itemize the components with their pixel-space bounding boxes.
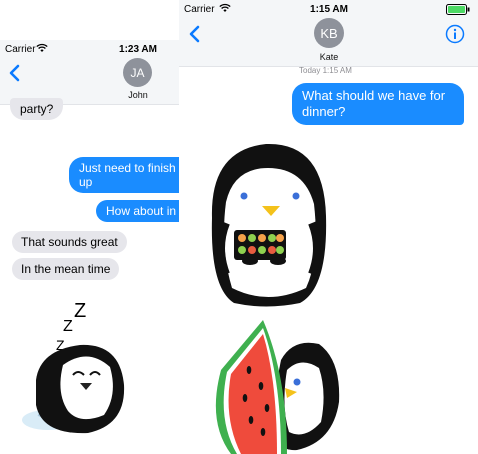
contact-name[interactable]: Kate bbox=[320, 52, 339, 62]
left-status-bar: Carrier 1:23 AM bbox=[0, 40, 179, 58]
message-bubble-incoming[interactable]: party? bbox=[10, 98, 64, 120]
contact-avatar[interactable]: KB bbox=[314, 18, 344, 48]
message-bubble-incoming[interactable]: That sounds great bbox=[12, 231, 127, 253]
contact-avatar[interactable]: JA bbox=[123, 58, 152, 87]
message-bubble-outgoing[interactable]: What should we have for dinner? bbox=[292, 83, 464, 125]
back-chevron-icon[interactable] bbox=[188, 25, 200, 47]
back-chevron-icon[interactable] bbox=[8, 64, 20, 86]
avatar-initials: JA bbox=[130, 65, 145, 80]
message-bubble-outgoing[interactable]: How about in bbox=[96, 200, 179, 222]
left-conversation-screen: Carrier 1:23 AM JA John party? Just need… bbox=[0, 40, 179, 454]
wifi-icon bbox=[219, 3, 231, 16]
svg-text:Z: Z bbox=[74, 300, 86, 322]
sleeping-penguin-sticker[interactable]: Z Z Z bbox=[18, 295, 143, 445]
right-conversation-screen: Carrier 1:15 AM KB Kate Today 1:15 AM Wh… bbox=[179, 0, 478, 454]
contact-name[interactable]: John bbox=[128, 90, 148, 100]
battery-icon bbox=[446, 4, 470, 18]
right-status-bar: Carrier 1:15 AM bbox=[179, 0, 478, 18]
message-timestamp: Today 1:15 AM bbox=[299, 66, 352, 75]
carrier-label: Carrier bbox=[5, 44, 36, 55]
info-icon[interactable] bbox=[445, 24, 465, 49]
message-bubble-incoming[interactable]: In the mean time bbox=[12, 258, 120, 280]
wifi-icon bbox=[36, 43, 48, 56]
carrier-label: Carrier bbox=[184, 4, 215, 15]
svg-text:Z: Z bbox=[63, 318, 73, 335]
penguin-sushi-sticker[interactable] bbox=[204, 138, 334, 310]
status-time: 1:23 AM bbox=[119, 44, 157, 55]
message-bubble-outgoing[interactable]: Just need to finish up bbox=[69, 157, 179, 193]
avatar-initials: KB bbox=[320, 25, 338, 41]
penguin-watermelon-sticker[interactable] bbox=[201, 312, 343, 454]
status-time: 1:15 AM bbox=[310, 4, 348, 15]
